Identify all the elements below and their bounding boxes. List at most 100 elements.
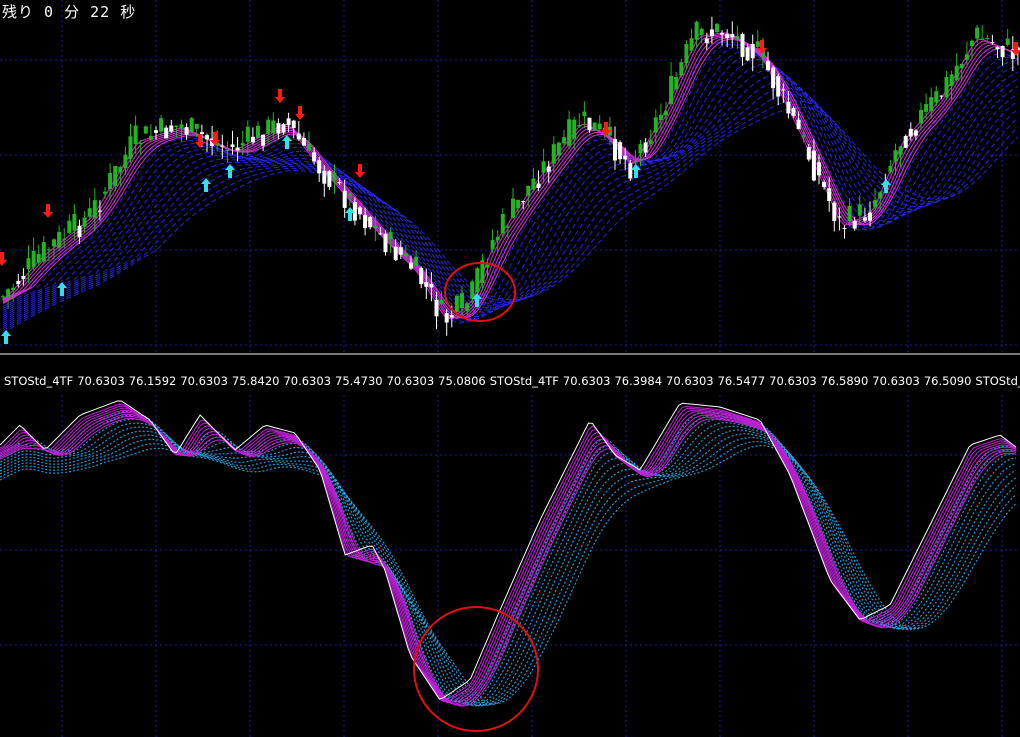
candle-body (57, 231, 62, 248)
indicator-value: 70.6303 (562, 374, 611, 388)
candle-body (276, 123, 281, 134)
candle-body (888, 166, 893, 172)
candle-body (755, 41, 760, 47)
candle-body (470, 281, 475, 299)
candle-body (801, 135, 806, 137)
candle-body (11, 287, 16, 290)
stoch-fast-line (0, 405, 1017, 703)
candle-body (301, 137, 306, 146)
candle-body (52, 239, 56, 247)
candle-body (245, 126, 250, 142)
candle-body (1000, 46, 1005, 58)
candle-body (939, 95, 944, 97)
candle-body (664, 111, 668, 116)
price-chart-canvas (0, 0, 1020, 353)
candle-body (403, 253, 408, 257)
candle-body (674, 77, 679, 90)
candle-body (694, 21, 699, 40)
candle-body (439, 299, 444, 304)
candle-body (669, 75, 674, 105)
candle-body (929, 97, 934, 112)
candle-body (460, 293, 464, 309)
indicator-value: 76.1592 (128, 374, 177, 388)
candle-body (490, 240, 495, 250)
candle-body (240, 143, 245, 146)
candle-body (750, 43, 755, 59)
indicator-value: 76.5090 (923, 374, 972, 388)
indicator-value: 70.6303 (769, 374, 817, 388)
candle-body (138, 142, 143, 144)
sell-arrow-icon (0, 252, 7, 266)
candle-body (842, 227, 847, 229)
candle-body (740, 33, 745, 57)
candle-body (811, 150, 816, 181)
candle-body (638, 144, 643, 154)
candle-body (434, 299, 439, 317)
candle-body (546, 166, 551, 172)
candle-body (592, 122, 597, 131)
candle-body (980, 38, 985, 40)
candle-body (873, 200, 878, 207)
candle-body (154, 130, 158, 133)
stoch-slow-line (0, 444, 1017, 705)
candle-body (857, 204, 862, 216)
candle-body (689, 38, 694, 51)
candle-body (383, 233, 388, 253)
candle-body (393, 246, 398, 261)
stoch-slow-line (0, 414, 1017, 704)
sell-arrow-icon (355, 164, 365, 178)
candle-body (526, 185, 531, 196)
candle-body (796, 119, 801, 130)
candle-body (36, 254, 41, 263)
candle-body (572, 119, 577, 139)
candle-body (429, 283, 434, 288)
candle-body (444, 313, 449, 323)
candle-body (465, 303, 470, 311)
candle-body (613, 138, 617, 161)
candle-body (363, 214, 368, 229)
stoch-fast-line (0, 409, 1017, 704)
candle-body (505, 226, 510, 228)
pane-separator[interactable] (0, 353, 1020, 355)
candle-body (378, 233, 383, 235)
candle-body (164, 127, 169, 139)
candle-body (990, 42, 995, 44)
ribbon-line-slow (2, 44, 1019, 323)
candle-body (832, 202, 837, 222)
candle-body (562, 137, 566, 144)
indicator-value: 75.0806 (438, 374, 486, 388)
candle-body (414, 256, 419, 266)
candle-body (653, 117, 658, 133)
candle-body (1005, 38, 1010, 45)
candle-body (704, 38, 709, 44)
candle-countdown-timer: 残り 0 分 22 秒 (2, 3, 137, 21)
candle-body (103, 191, 107, 194)
candle-body (878, 192, 883, 199)
indicator-value: 70.6303 (872, 374, 920, 388)
candle-body (521, 201, 526, 203)
candle-body (67, 220, 72, 233)
candle-body (291, 120, 296, 128)
indicator-pane[interactable] (0, 395, 1020, 737)
candle-body (317, 160, 322, 174)
candle-body (230, 144, 235, 147)
indicator-values-label: STOStd_4TF 70.6303 76.1592 70.6303 75.8420 70… (4, 374, 1020, 392)
stoch-slow-line (0, 421, 1017, 706)
candle-body (852, 220, 857, 229)
candle-body (475, 268, 480, 293)
candle-body (771, 67, 776, 89)
price-chart-pane[interactable] (0, 0, 1020, 353)
candle-body (87, 208, 92, 217)
candle-body (806, 147, 811, 160)
candle-body (189, 118, 194, 133)
sell-arrow-icon (275, 89, 285, 103)
buy-arrow-icon (57, 282, 67, 296)
candle-body (271, 120, 276, 134)
candle-body (322, 170, 327, 184)
candle-body (174, 125, 179, 128)
indicator-value: 76.5890 (820, 374, 869, 388)
candle-body (587, 117, 592, 131)
stoch-slow-line (0, 425, 1017, 707)
candle-body (159, 118, 164, 132)
indicator-value: 70.6303 (386, 374, 435, 388)
